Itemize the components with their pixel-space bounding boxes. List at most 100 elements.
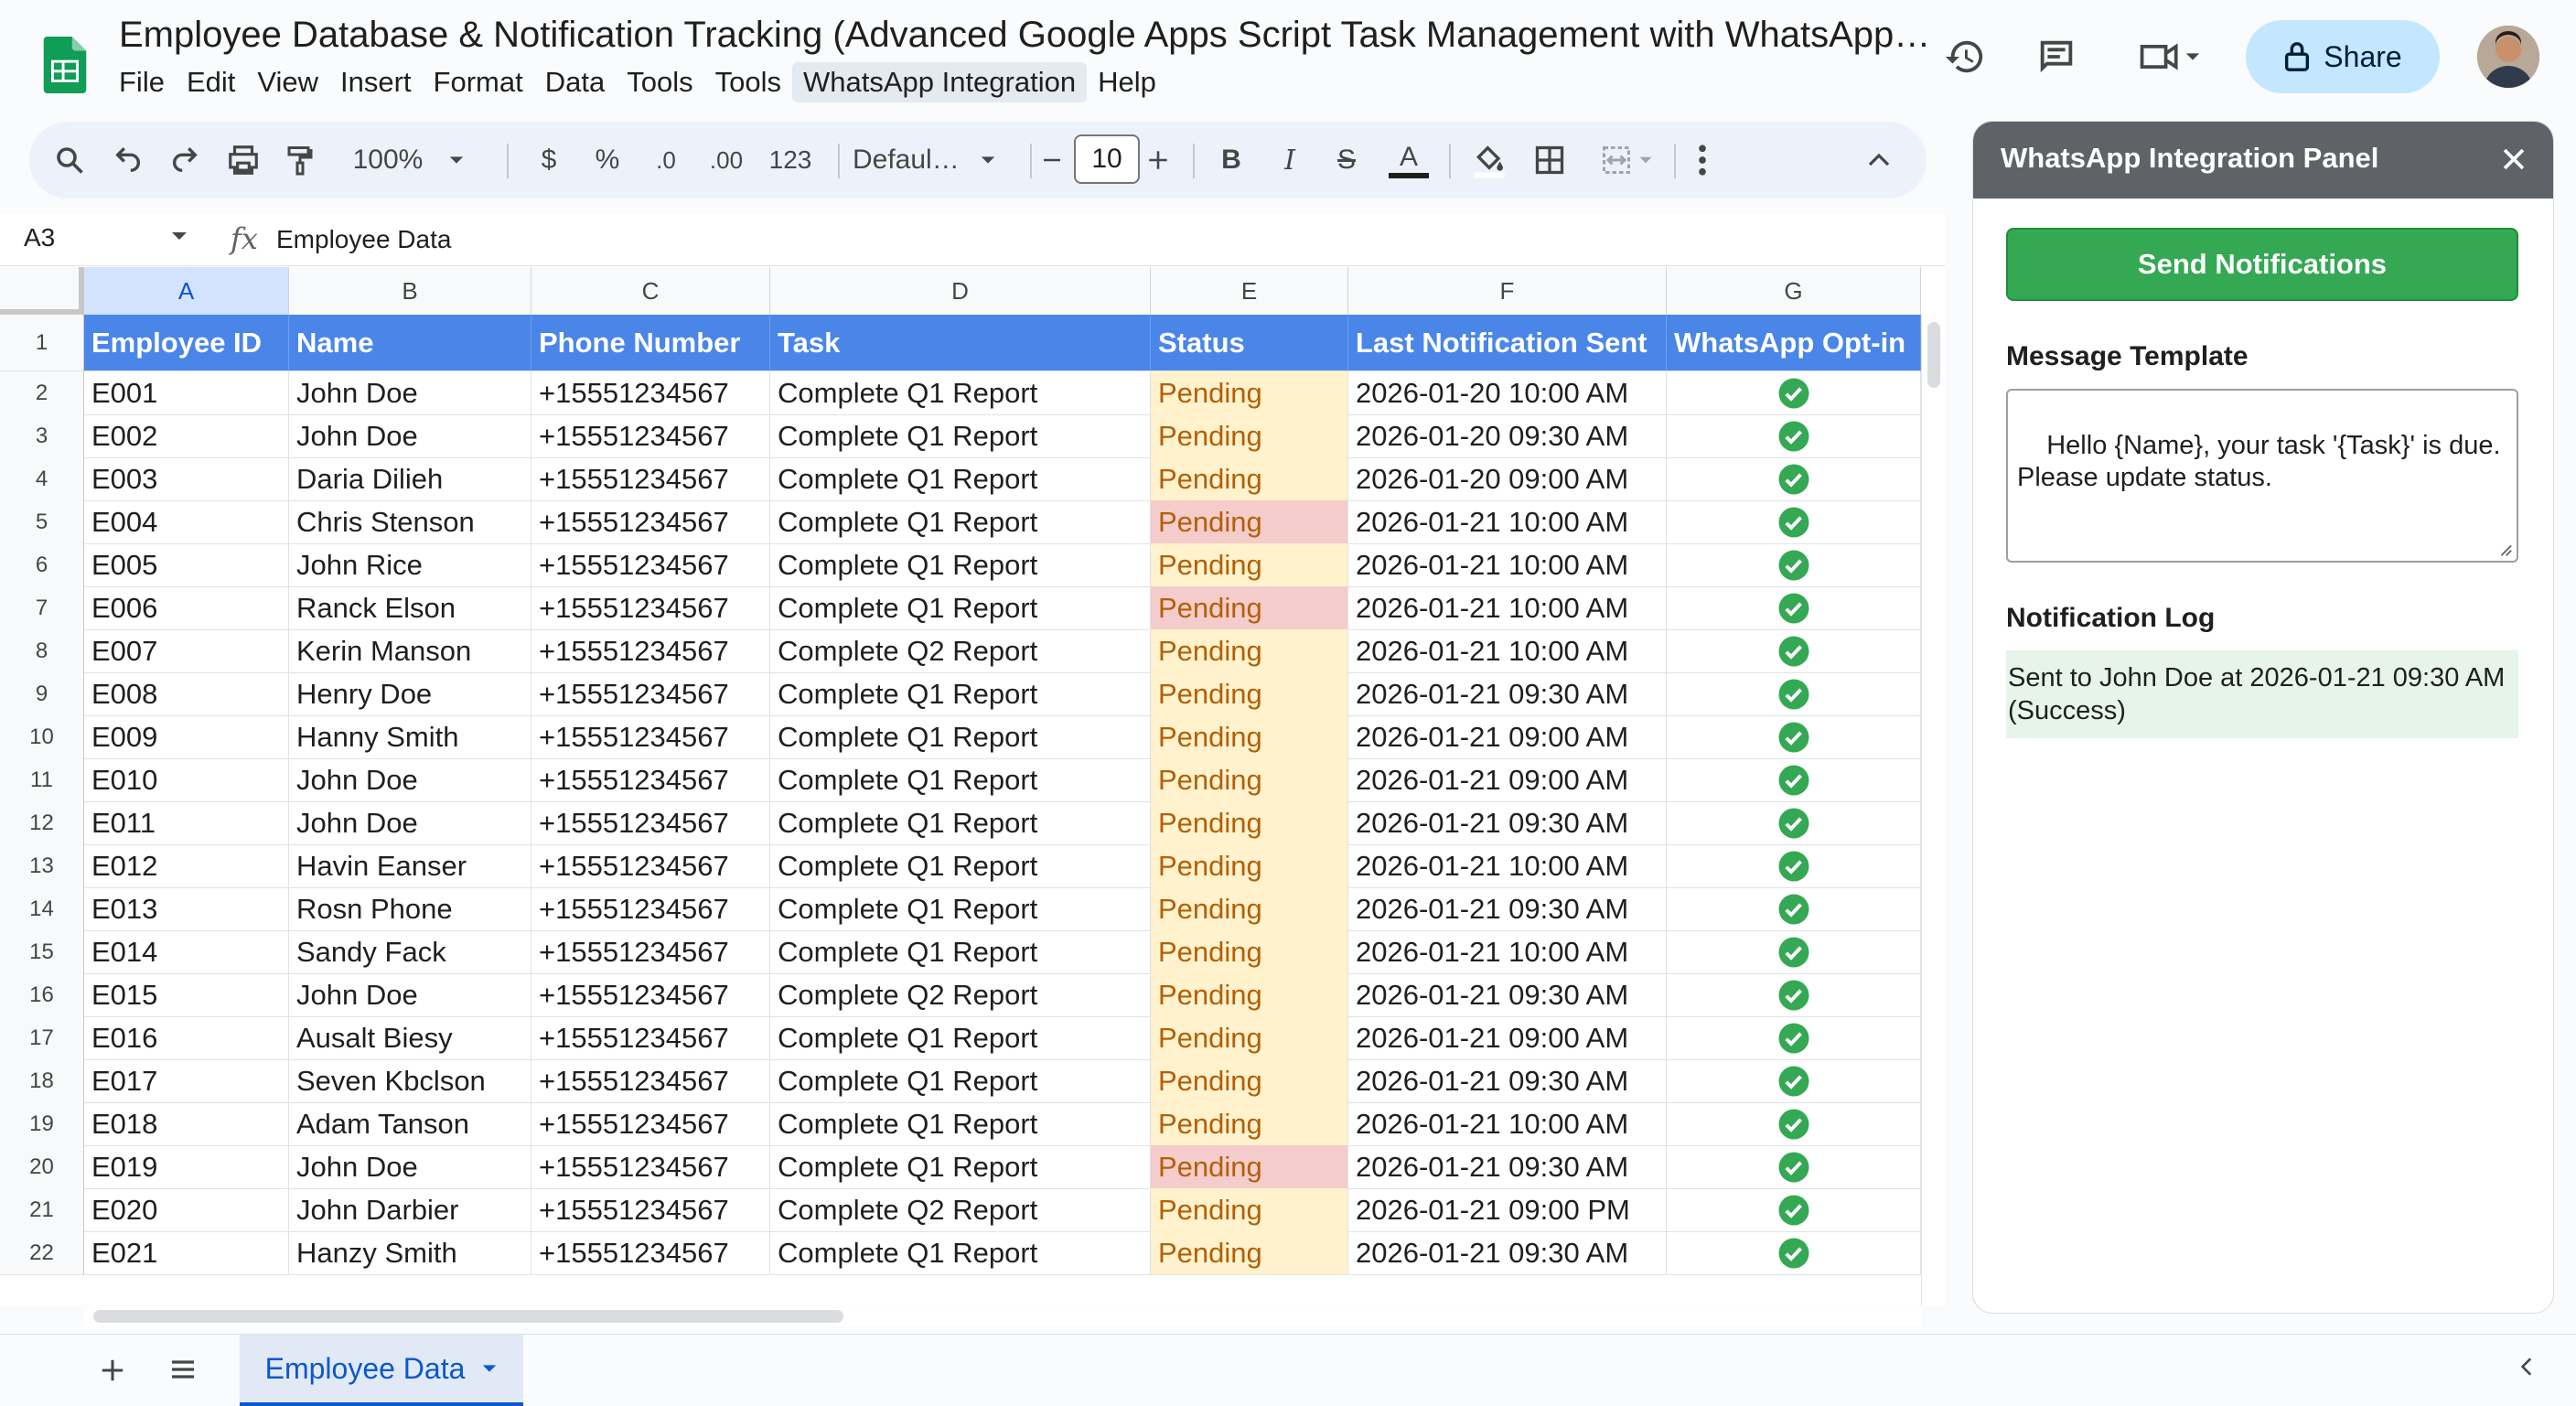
cell-status[interactable]: Pending [1151, 1145, 1348, 1189]
cell-phone-number[interactable]: +15551234567 [531, 801, 770, 845]
menu-file[interactable]: File [108, 62, 176, 102]
cell-task[interactable]: Complete Q1 Report [770, 1016, 1151, 1060]
cell-name[interactable]: John Darbier [289, 1188, 531, 1232]
cell-name[interactable]: Ranck Elson [289, 586, 531, 630]
cell-employee-id[interactable]: E005 [84, 543, 289, 587]
merge-cells-button[interactable] [1590, 136, 1663, 184]
cell-phone-number[interactable]: +15551234567 [531, 414, 770, 458]
cell-status[interactable]: Pending [1151, 629, 1348, 673]
cell-task[interactable]: Complete Q1 Report [770, 414, 1151, 458]
font-size-input[interactable]: 10 [1074, 134, 1140, 184]
borders-button[interactable] [1530, 136, 1570, 184]
version-history-button[interactable] [1939, 31, 1991, 82]
spreadsheet-grid[interactable]: A B C D E F G 1 Employee ID Name Phone N… [0, 267, 1945, 1305]
menu-tools-2[interactable]: Tools [704, 62, 792, 102]
header-cell-task[interactable]: Task [770, 315, 1151, 371]
cell-name[interactable]: John Doe [289, 758, 531, 802]
decrease-decimal-button[interactable]: .0 [644, 136, 688, 184]
cell-whatsapp-optin[interactable] [1667, 414, 1921, 458]
cell-employee-id[interactable]: E011 [84, 801, 289, 845]
text-color-button[interactable]: A [1387, 136, 1431, 184]
cell-name[interactable]: Adam Tanson [289, 1102, 531, 1146]
cell-status[interactable]: Pending [1151, 801, 1348, 845]
avatar[interactable] [2477, 26, 2539, 88]
cell-task[interactable]: Complete Q1 Report [770, 715, 1151, 759]
all-sheets-button[interactable] [168, 1355, 198, 1389]
cell-whatsapp-optin[interactable] [1667, 1059, 1921, 1103]
font-family-select[interactable]: Defaul… [853, 136, 1026, 184]
increase-decimal-button[interactable]: .00 [703, 136, 750, 184]
cell-status[interactable]: Pending [1151, 414, 1348, 458]
cell-task[interactable]: Complete Q2 Report [770, 629, 1151, 673]
cell-employee-id[interactable]: E006 [84, 586, 289, 630]
header-cell-last-notification[interactable]: Last Notification Sent [1348, 315, 1667, 371]
cell-status[interactable]: Pending [1151, 844, 1348, 888]
cell-whatsapp-optin[interactable] [1667, 1231, 1921, 1275]
strikethrough-button[interactable]: S [1328, 136, 1365, 184]
chevron-down-icon[interactable] [481, 1360, 498, 1377]
cell-whatsapp-optin[interactable] [1667, 543, 1921, 587]
cell-phone-number[interactable]: +15551234567 [531, 1102, 770, 1146]
cell-whatsapp-optin[interactable] [1667, 715, 1921, 759]
cell-task[interactable]: Complete Q1 Report [770, 930, 1151, 974]
cell-phone-number[interactable]: +15551234567 [531, 844, 770, 888]
row-number[interactable]: 18 [0, 1059, 84, 1103]
cell-whatsapp-optin[interactable] [1667, 758, 1921, 802]
cell-employee-id[interactable]: E013 [84, 887, 289, 931]
cell-phone-number[interactable]: +15551234567 [531, 887, 770, 931]
cell-status[interactable]: Pending [1151, 887, 1348, 931]
italic-button[interactable]: I [1272, 136, 1308, 184]
menu-whatsapp-integration[interactable]: WhatsApp Integration [791, 62, 1088, 102]
undo-button[interactable] [108, 136, 148, 184]
menu-view[interactable]: View [246, 62, 329, 102]
cell-employee-id[interactable]: E008 [84, 672, 289, 716]
cell-status[interactable]: Pending [1151, 672, 1348, 716]
cell-phone-number[interactable]: +15551234567 [531, 672, 770, 716]
cell-task[interactable]: Complete Q1 Report [770, 1059, 1151, 1103]
cell-name[interactable]: Hanzy Smith [289, 1231, 531, 1275]
cell-last-notification[interactable]: 2026-01-21 09:30 AM [1348, 801, 1667, 845]
cell-phone-number[interactable]: +15551234567 [531, 371, 770, 415]
cell-employee-id[interactable]: E012 [84, 844, 289, 888]
sheets-logo-icon[interactable] [37, 37, 93, 93]
cell-phone-number[interactable]: +15551234567 [531, 457, 770, 501]
cell-name[interactable]: John Doe [289, 414, 531, 458]
cell-employee-id[interactable]: E020 [84, 1188, 289, 1232]
cell-status[interactable]: Pending [1151, 543, 1348, 587]
cell-phone-number[interactable]: +15551234567 [531, 1016, 770, 1060]
cell-whatsapp-optin[interactable] [1667, 457, 1921, 501]
cell-last-notification[interactable]: 2026-01-20 10:00 AM [1348, 371, 1667, 415]
cell-name[interactable]: Havin Eanser [289, 844, 531, 888]
cell-phone-number[interactable]: +15551234567 [531, 1059, 770, 1103]
formula-input[interactable]: Employee Data [276, 225, 451, 254]
cell-last-notification[interactable]: 2026-01-21 09:00 PM [1348, 1188, 1667, 1232]
bold-button[interactable]: B [1213, 136, 1250, 184]
header-cell-name[interactable]: Name [289, 315, 531, 371]
cell-name[interactable]: John Rice [289, 543, 531, 587]
cell-last-notification[interactable]: 2026-01-21 10:00 AM [1348, 586, 1667, 630]
cell-name[interactable]: Sandy Fack [289, 930, 531, 974]
cell-task[interactable]: Complete Q2 Report [770, 1188, 1151, 1232]
cell-phone-number[interactable]: +15551234567 [531, 500, 770, 544]
cell-task[interactable]: Complete Q1 Report [770, 586, 1151, 630]
add-sheet-button[interactable] [99, 1349, 126, 1393]
cell-last-notification[interactable]: 2026-01-21 10:00 AM [1348, 930, 1667, 974]
menu-format[interactable]: Format [423, 62, 534, 102]
cell-name[interactable]: John Doe [289, 973, 531, 1017]
paint-format-button[interactable] [280, 136, 320, 184]
cell-employee-id[interactable]: E014 [84, 930, 289, 974]
row-number[interactable]: 21 [0, 1188, 84, 1232]
row-number[interactable]: 2 [0, 371, 84, 415]
decrease-font-size-button[interactable] [1036, 136, 1068, 184]
format-currency-button[interactable]: $ [531, 136, 567, 184]
hide-menus-button[interactable] [1859, 136, 1899, 184]
share-button[interactable]: Share [2246, 20, 2440, 93]
row-number[interactable]: 7 [0, 586, 84, 630]
column-header-b[interactable]: B [289, 267, 531, 315]
print-button[interactable] [221, 136, 265, 184]
more-formats-button[interactable]: 123 [761, 136, 820, 184]
row-number[interactable]: 14 [0, 887, 84, 931]
cell-status[interactable]: Pending [1151, 500, 1348, 544]
format-percent-button[interactable]: % [589, 136, 626, 184]
cell-name[interactable]: Daria Dilieh [289, 457, 531, 501]
